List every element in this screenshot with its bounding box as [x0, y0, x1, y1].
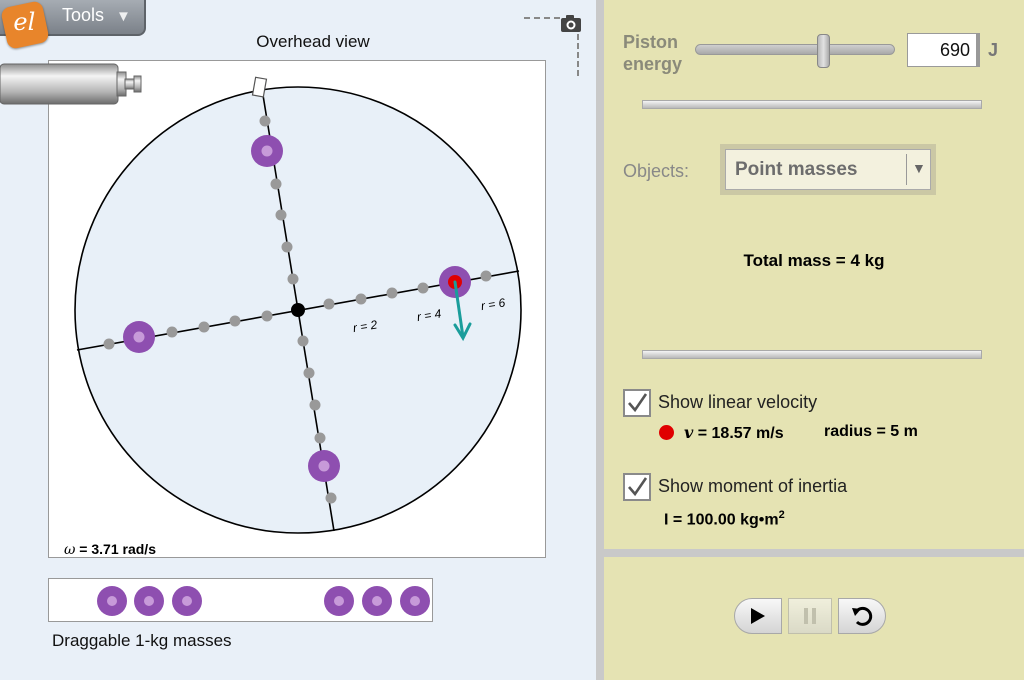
checkmark-icon	[628, 393, 648, 413]
draggable-mass-tray	[48, 578, 433, 622]
objects-label: Objects:	[623, 161, 690, 181]
draggable-mass[interactable]	[134, 586, 164, 616]
draggable-mass[interactable]	[324, 586, 354, 616]
explorelearning-logo-icon[interactable]: el	[0, 0, 50, 50]
piston-energy-input[interactable]	[907, 33, 977, 67]
inertia-value: I = 100.00 kg•m	[664, 511, 779, 529]
simulation-area: Overhead view r = 2 r = 4 r = 6 ω = 3.71…	[0, 0, 596, 680]
velocity-value: = 18.57 m/s	[693, 425, 784, 442]
overhead-view: r = 2 r = 4 r = 6	[48, 60, 546, 558]
moment-of-inertia-readout: I = 100.00 kg•m2	[664, 509, 785, 529]
draggable-mass[interactable]	[362, 586, 392, 616]
tools-label: Tools	[62, 5, 105, 25]
piston-energy-label: Piston energy	[623, 31, 703, 75]
piston-energy-slider-track[interactable]	[695, 44, 895, 55]
show-linear-velocity-label[interactable]: Show linear velocity	[658, 392, 817, 413]
chevron-down-icon: ▼	[116, 8, 131, 25]
tray-label: Draggable 1-kg masses	[52, 631, 232, 650]
reset-button[interactable]	[838, 598, 886, 634]
play-icon	[751, 608, 765, 624]
piston-energy-slider-thumb[interactable]	[816, 34, 830, 68]
turntable-diagram[interactable]: r = 2 r = 4 r = 6	[49, 61, 547, 559]
energy-unit-label: J	[988, 40, 999, 60]
chevron-down-icon[interactable]: ▼	[912, 160, 926, 176]
omega-symbol: ω	[64, 542, 76, 558]
piston	[0, 63, 142, 105]
linear-velocity-readout: v = 18.57 m/s	[684, 423, 784, 443]
dropdown-divider	[906, 154, 907, 185]
draggable-mass[interactable]	[172, 586, 202, 616]
camera-guide-line	[524, 17, 560, 19]
draggable-mass[interactable]	[400, 586, 430, 616]
input-shadow	[976, 33, 980, 67]
section-separator	[642, 350, 982, 359]
panel-divider[interactable]	[596, 0, 604, 680]
draggable-mass[interactable]	[97, 586, 127, 616]
pause-icon	[804, 608, 816, 624]
show-moment-of-inertia-checkbox[interactable]	[623, 473, 651, 501]
objects-dropdown[interactable]: Point masses ▼	[720, 144, 936, 195]
play-button[interactable]	[734, 598, 782, 634]
tray-masses[interactable]	[49, 579, 434, 623]
piston-label-line1: Piston	[623, 32, 679, 52]
piston-target-tab	[251, 76, 268, 98]
piston-label-line2: energy	[623, 54, 683, 74]
camera-guide-line-vertical	[577, 34, 579, 76]
pause-button[interactable]	[788, 598, 832, 634]
section-separator	[642, 100, 982, 109]
show-linear-velocity-checkbox[interactable]	[623, 389, 651, 417]
velocity-symbol: v	[684, 423, 694, 442]
omega-value: = 3.71 rad/s	[75, 541, 156, 557]
total-mass-readout: Total mass = 4 kg	[743, 251, 885, 270]
panel-section-divider	[604, 549, 1024, 557]
objects-selected-value: Point masses	[735, 159, 858, 180]
show-moment-of-inertia-label[interactable]: Show moment of inertia	[658, 476, 847, 497]
point-mass[interactable]	[308, 450, 340, 482]
camera-icon[interactable]	[560, 12, 582, 34]
point-mass[interactable]	[251, 135, 283, 167]
velocity-indicator-dot	[659, 425, 674, 440]
objects-dropdown-field[interactable]: Point masses ▼	[725, 149, 931, 190]
logo-text: el	[13, 8, 36, 37]
point-mass[interactable]	[123, 321, 155, 353]
checkmark-icon	[628, 477, 648, 497]
turntable-hub	[291, 303, 305, 317]
reset-icon	[852, 606, 873, 626]
radius-readout: radius = 5 m	[824, 423, 918, 440]
inertia-exponent: 2	[778, 509, 785, 521]
angular-velocity-readout: ω = 3.71 rad/s	[64, 541, 156, 558]
